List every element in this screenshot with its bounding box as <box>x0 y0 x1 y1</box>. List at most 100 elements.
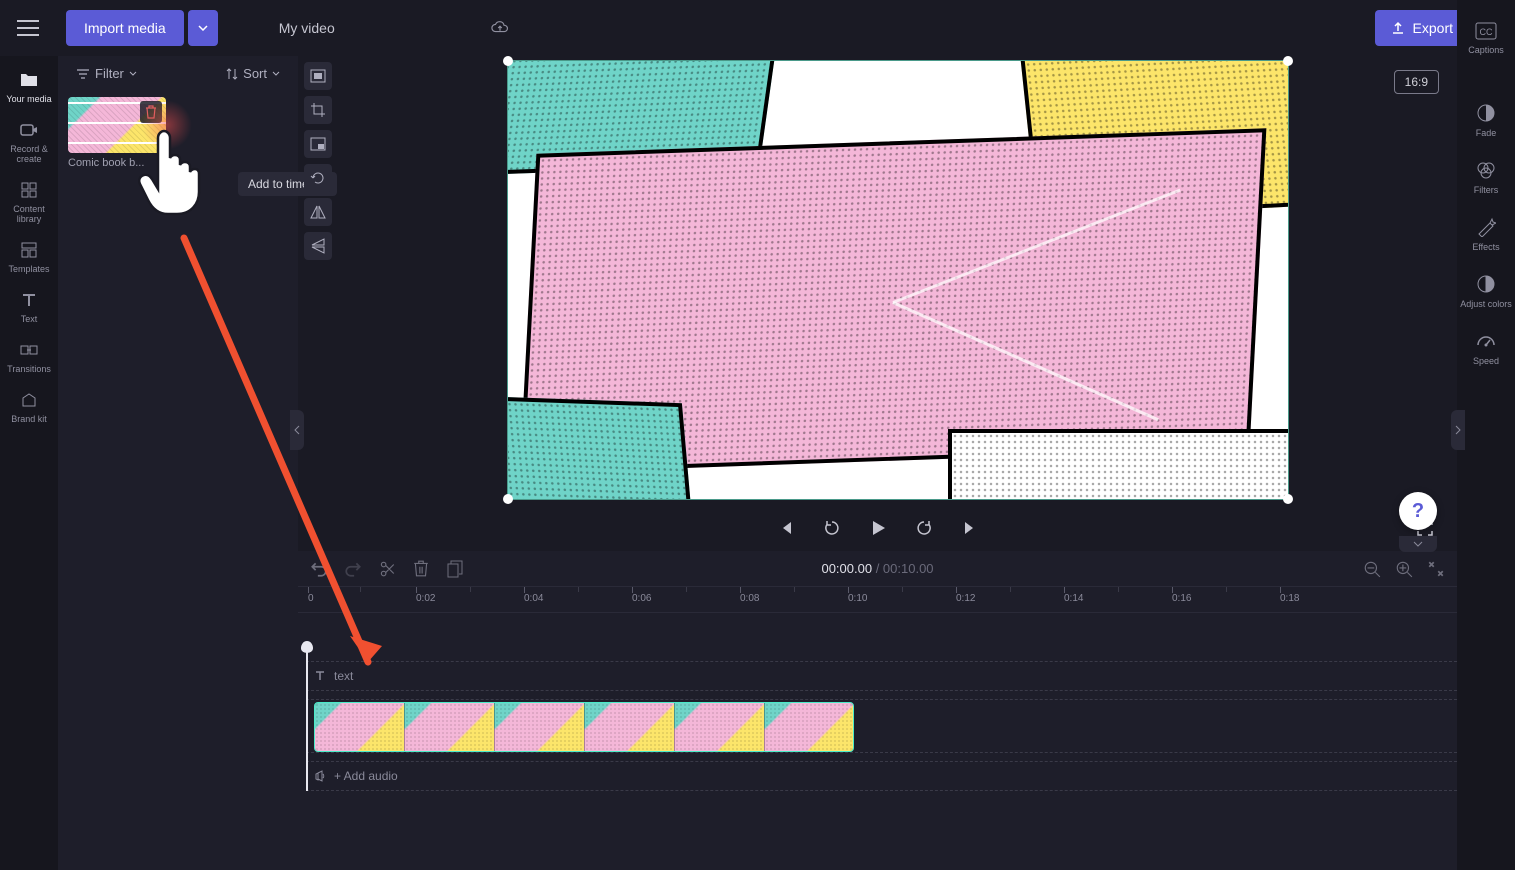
ruler-tick: 0:08 <box>740 593 759 604</box>
svg-text:CC: CC <box>1480 27 1493 37</box>
filter-button[interactable]: Filter <box>76 66 137 81</box>
sidebar-item-templates[interactable]: Templates <box>2 232 56 282</box>
chevron-down-icon <box>129 71 137 76</box>
adjust-icon <box>1476 274 1496 294</box>
project-name-input[interactable] <box>266 13 473 43</box>
ruler-tick: 0:18 <box>1280 593 1299 604</box>
trash-icon <box>145 105 157 119</box>
resize-handle-bl[interactable] <box>503 494 513 504</box>
resize-handle-tl[interactable] <box>503 56 513 66</box>
zoom-fit-button[interactable] <box>1427 560 1445 578</box>
import-media-dropdown[interactable] <box>188 10 218 46</box>
clip-thumbnail <box>765 703 854 751</box>
sort-button[interactable]: Sort <box>226 66 280 81</box>
sidebar-item-label: Content library <box>2 204 56 224</box>
ruler-tick: 0:04 <box>524 593 543 604</box>
media-delete-button[interactable] <box>140 101 162 123</box>
pip-icon <box>310 137 326 151</box>
hamburger-icon <box>17 20 39 36</box>
sidebar-item-adjust-colors[interactable]: Adjust colors <box>1459 264 1513 319</box>
skip-end-icon <box>962 520 978 536</box>
chevron-down-icon <box>1413 541 1423 547</box>
resize-handle-br[interactable] <box>1283 494 1293 504</box>
sidebar-item-content-library[interactable]: Content library <box>2 172 56 232</box>
split-button[interactable] <box>378 560 396 578</box>
sidebar-item-label: Fade <box>1476 128 1497 138</box>
collapse-right-panel[interactable] <box>1451 410 1465 450</box>
sidebar-item-effects[interactable]: Effects <box>1459 207 1513 262</box>
sidebar-item-fade[interactable]: Fade <box>1459 93 1513 148</box>
rewind-button[interactable] <box>820 516 844 540</box>
ruler-tick: 0:14 <box>1064 593 1083 604</box>
undo-button[interactable] <box>310 560 328 578</box>
timeline-tracks[interactable]: text + Add audio <box>298 613 1457 791</box>
ruler-tick: 0:10 <box>848 593 867 604</box>
captions-icon: CC <box>1475 22 1497 40</box>
help-collapse[interactable] <box>1399 536 1437 552</box>
collapse-media-panel[interactable] <box>290 410 304 450</box>
clip-thumbnail <box>675 703 765 751</box>
pip-tool[interactable] <box>304 130 332 158</box>
upload-icon <box>1391 21 1405 35</box>
delete-button[interactable] <box>412 560 430 578</box>
import-media-button[interactable]: Import media <box>66 10 184 46</box>
duplicate-button[interactable] <box>446 560 464 578</box>
sidebar-item-label: Transitions <box>7 364 51 374</box>
timeline-time-display: 00:00.00 / 00:10.00 <box>821 561 933 576</box>
redo-button[interactable] <box>344 560 362 578</box>
flip-h-icon <box>310 205 326 219</box>
sidebar-item-brand-kit[interactable]: Brand kit <box>2 382 56 432</box>
sidebar-item-label: Text <box>21 314 38 324</box>
text-track-icon <box>314 670 326 682</box>
audio-track[interactable]: + Add audio <box>306 761 1457 791</box>
sidebar-item-text[interactable]: Text <box>2 282 56 332</box>
forward-icon <box>915 519 933 537</box>
sidebar-item-label: Speed <box>1473 356 1499 366</box>
flip-v-tool[interactable] <box>304 232 332 260</box>
crop-tool[interactable] <box>304 96 332 124</box>
sidebar-item-transitions[interactable]: Transitions <box>2 332 56 382</box>
skip-end-button[interactable] <box>958 516 982 540</box>
sidebar-item-label: Adjust colors <box>1460 299 1512 309</box>
preview-canvas[interactable]: 16:9 <box>338 56 1457 551</box>
sidebar-item-label: Templates <box>8 264 49 274</box>
fit-tool[interactable] <box>304 62 332 90</box>
clip-thumbnail <box>315 703 405 751</box>
play-button[interactable] <box>866 516 890 540</box>
video-track[interactable] <box>306 699 1457 753</box>
chevron-down-icon <box>198 25 208 31</box>
sidebar-item-your-media[interactable]: Your media <box>2 62 56 112</box>
flip-h-tool[interactable] <box>304 198 332 226</box>
cloud-sync-icon <box>491 19 509 37</box>
skip-start-button[interactable] <box>774 516 798 540</box>
media-item[interactable]: Comic book b... <box>68 97 166 169</box>
right-sidebar: CC Captions Fade Filters Effects Adjust … <box>1457 0 1515 870</box>
sidebar-item-label: Filters <box>1474 185 1499 195</box>
sidebar-item-record-create[interactable]: Record & create <box>2 112 56 172</box>
forward-button[interactable] <box>912 516 936 540</box>
playhead[interactable] <box>306 649 308 791</box>
flip-v-icon <box>311 238 325 254</box>
zoom-out-button[interactable] <box>1363 560 1381 578</box>
sidebar-item-speed[interactable]: Speed <box>1459 321 1513 376</box>
aspect-ratio-button[interactable]: 16:9 <box>1394 70 1439 94</box>
canvas-selection[interactable] <box>507 60 1289 500</box>
sidebar-item-captions[interactable]: CC Captions <box>1459 12 1513 65</box>
rewind-icon <box>823 519 841 537</box>
media-panel: Filter Sort Comic book b... Add to timel… <box>58 56 298 870</box>
resize-handle-tr[interactable] <box>1283 56 1293 66</box>
rotate-tool[interactable] <box>304 164 332 192</box>
playback-controls <box>298 505 1457 551</box>
ruler-tick: 0:02 <box>416 593 435 604</box>
timeline: 00:00.00 / 00:10.00 0 0:02 0:04 0:06 0:0… <box>298 551 1457 870</box>
transitions-icon <box>19 340 39 360</box>
sidebar-item-filters[interactable]: Filters <box>1459 150 1513 205</box>
sidebar-item-label: Record & create <box>2 144 56 164</box>
video-clip[interactable] <box>314 702 854 752</box>
timeline-ruler[interactable]: 0 0:02 0:04 0:06 0:08 0:10 0:12 0:14 0:1… <box>298 587 1457 613</box>
menu-button[interactable] <box>8 8 48 48</box>
zoom-in-button[interactable] <box>1395 560 1413 578</box>
help-button[interactable]: ? <box>1399 492 1437 530</box>
folder-icon <box>19 70 39 90</box>
text-track[interactable]: text <box>306 661 1457 691</box>
